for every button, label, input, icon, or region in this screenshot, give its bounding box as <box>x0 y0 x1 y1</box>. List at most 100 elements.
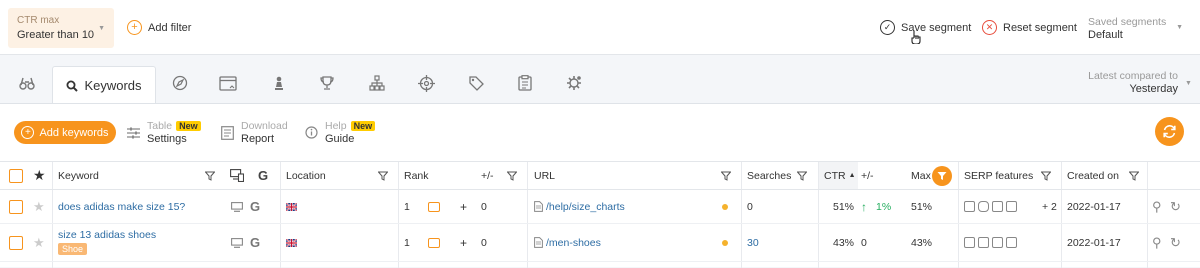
gear-badge-icon[interactable] <box>565 74 583 92</box>
binoculars-icon[interactable] <box>18 74 36 92</box>
filter-active-icon[interactable] <box>932 165 952 186</box>
header-url[interactable]: URL <box>534 162 555 189</box>
select-all-checkbox[interactable] <box>9 168 23 183</box>
created-on: 2022-01-17 <box>1067 236 1121 249</box>
row-checkbox[interactable] <box>9 235 23 250</box>
searches-value[interactable]: 30 <box>747 224 759 261</box>
chevron-down-icon: ▼ <box>98 25 105 32</box>
header-serp-features[interactable]: SERP features <box>964 162 1033 189</box>
reset-segment-button[interactable]: ✕ Reset segment <box>982 20 1077 35</box>
rank-history-icon[interactable] <box>428 237 440 248</box>
comment-serp-icon <box>1006 201 1017 212</box>
add-keywords-button[interactable]: + Add keywords <box>14 121 116 144</box>
save-segment-button[interactable]: ✓ Save segment <box>880 20 971 35</box>
saved-segments-label: Saved segments <box>1088 16 1167 28</box>
sliders-icon <box>127 127 140 138</box>
search-icon[interactable]: ⚲ <box>1152 224 1162 261</box>
google-icon[interactable]: G <box>258 162 268 189</box>
filter-icon[interactable] <box>721 171 731 181</box>
tab-keywords[interactable]: Keywords <box>52 66 156 104</box>
ctr-change: 1% <box>876 200 892 213</box>
refresh-icon <box>1163 125 1176 138</box>
trophy-icon[interactable] <box>318 74 336 92</box>
browser-icon[interactable] <box>219 74 237 92</box>
keyword-link[interactable]: size 13 adidas shoes <box>58 229 156 241</box>
table-row[interactable]: ★ size 13 adidas shoes Shoe G 1 + 0 /men… <box>0 224 1200 262</box>
ctr-filter-chip[interactable]: CTR max Greater than 10 ▼ <box>8 8 114 48</box>
rank-change: 0 <box>481 200 487 213</box>
table-settings-line2: Settings <box>147 133 187 145</box>
refresh-button[interactable] <box>1155 117 1184 146</box>
filter-icon[interactable] <box>797 171 807 181</box>
download-report-button[interactable]: Download Report <box>221 120 288 145</box>
filter-icon[interactable] <box>1041 171 1051 181</box>
filter-icon[interactable] <box>205 171 215 181</box>
tab-keywords-label: Keywords <box>84 78 142 93</box>
help-guide-button[interactable]: Help New Guide <box>305 120 376 145</box>
serp-extra-count[interactable]: + 2 <box>1042 190 1057 223</box>
header-searches[interactable]: Searches <box>747 162 791 189</box>
table-settings-line1: Table <box>147 120 173 132</box>
header-created-on[interactable]: Created on <box>1067 162 1119 189</box>
keyword-link[interactable]: does adidas make size 15? <box>58 190 185 223</box>
url-link[interactable]: /help/size_charts <box>546 190 625 223</box>
devices-icon[interactable] <box>230 169 244 182</box>
plus-icon[interactable]: + <box>460 224 467 261</box>
compass-icon[interactable] <box>171 74 189 92</box>
ctr-change: 0 <box>861 236 867 249</box>
star-icon[interactable]: ★ <box>33 162 46 189</box>
add-filter-label: Add filter <box>148 21 192 34</box>
row-checkbox[interactable] <box>9 199 23 214</box>
filter-icon[interactable] <box>1129 171 1139 181</box>
uk-flag-icon <box>286 238 297 247</box>
table-row[interactable]: ★ does adidas make size 15? G 1 + 0 /hel… <box>0 190 1200 224</box>
sitemap-icon[interactable] <box>368 74 386 92</box>
tag-icon[interactable] <box>467 74 485 92</box>
serp-features-icons[interactable] <box>964 190 1020 223</box>
clipboard-icon[interactable] <box>516 74 534 92</box>
rank-change: 0 <box>481 236 487 249</box>
plus-circle-icon: + <box>21 126 35 139</box>
status-dot <box>722 239 728 246</box>
new-badge: New <box>176 121 201 131</box>
header-location[interactable]: Location <box>286 162 326 189</box>
header-ctr-change[interactable]: +/- <box>861 162 874 189</box>
refresh-icon[interactable]: ↻ <box>1170 190 1181 223</box>
compared-dropdown[interactable]: Latest compared to Yesterday <box>1060 70 1178 95</box>
new-badge: New <box>350 121 376 131</box>
keyword-tag[interactable]: Shoe <box>58 243 88 255</box>
question-serp-icon <box>964 237 975 248</box>
star-icon[interactable]: ★ <box>33 224 45 261</box>
table-header: ★ Keyword G Location Rank +/- URL Search… <box>0 161 1200 190</box>
created-on: 2022-01-17 <box>1067 200 1121 213</box>
download-report-line1: Download <box>241 120 288 132</box>
chess-pawn-icon[interactable] <box>270 74 288 92</box>
url-link[interactable]: /men-shoes <box>546 224 601 261</box>
table-settings-button[interactable]: Table New Settings <box>127 120 201 145</box>
saved-segments-value: Default <box>1088 29 1123 41</box>
search-icon[interactable]: ⚲ <box>1152 190 1162 223</box>
refresh-icon[interactable]: ↻ <box>1170 224 1181 261</box>
info-icon <box>305 126 318 139</box>
camera-serp-icon <box>992 237 1003 248</box>
filter-bar: CTR max Greater than 10 ▼ + Add filter ✓… <box>0 0 1200 55</box>
close-circle-icon: ✕ <box>982 20 997 35</box>
header-keyword[interactable]: Keyword <box>58 162 99 189</box>
plus-icon[interactable]: + <box>460 190 467 223</box>
header-ctr-sorted[interactable]: CTR ▲ <box>819 162 858 189</box>
rank-history-icon[interactable] <box>428 201 440 212</box>
hand-cursor-icon <box>911 31 921 44</box>
filter-icon[interactable] <box>378 171 388 181</box>
header-rank[interactable]: Rank <box>404 162 429 189</box>
arrow-up-icon: ↑ <box>861 199 867 214</box>
add-filter-button[interactable]: + Add filter <box>127 20 191 35</box>
google-icon: G <box>250 199 261 214</box>
header-max[interactable]: Max <box>911 162 931 189</box>
star-icon[interactable]: ★ <box>33 190 45 223</box>
saved-segments-dropdown[interactable]: Saved segments Default ▼ <box>1088 16 1188 41</box>
filter-icon[interactable] <box>507 171 517 181</box>
serp-features-icons[interactable] <box>964 224 1020 261</box>
max-value: 51% <box>911 200 933 213</box>
crosshair-icon[interactable] <box>417 74 435 92</box>
header-rank-change[interactable]: +/- <box>481 162 494 189</box>
